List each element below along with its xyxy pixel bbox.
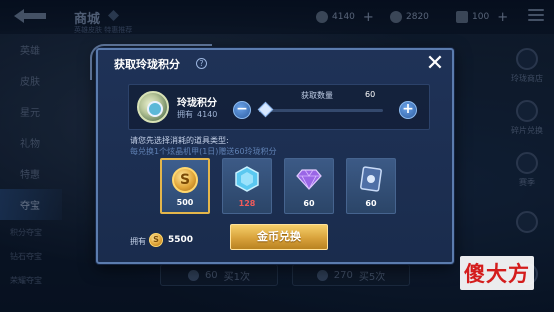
points-name: 玲珑积分	[177, 98, 217, 109]
points-panel: 玲珑积分 拥有 4140 获取数量 60 − +	[128, 84, 430, 130]
item-option-card[interactable]: 60	[346, 158, 396, 214]
card-icon	[360, 166, 382, 192]
dialog-title: 获取玲珑积分	[114, 58, 180, 71]
points-owned-value: 4140	[197, 110, 218, 119]
points-owned: 拥有 4140	[177, 109, 217, 120]
quantity-value: 60	[365, 90, 376, 99]
watermark-logo: 傻大方	[460, 256, 534, 290]
item-cost: 60	[303, 199, 315, 208]
crystal-icon	[235, 166, 259, 192]
gold-coin-icon: S	[149, 233, 163, 247]
item-cost: 128	[238, 199, 256, 208]
own-gold-value: 5500	[168, 235, 194, 245]
own-label: 拥有	[130, 237, 146, 246]
get-points-dialog: 获取玲珑积分 ? ✕ 玲珑积分 拥有 4140 获取数量 60 − + 请您先选择…	[90, 44, 454, 264]
gold-coin-icon: S	[172, 167, 198, 193]
gem-icon	[296, 169, 322, 190]
hint-text: 每兑换1个炫晶机甲(1日)赠送60玲珑积分	[130, 147, 277, 156]
help-icon[interactable]: ?	[196, 58, 207, 69]
item-option-gold[interactable]: S 500	[160, 158, 210, 214]
decrease-button[interactable]: −	[233, 101, 251, 119]
item-cost: 500	[176, 198, 194, 207]
linglong-points-icon	[137, 91, 169, 123]
gold-exchange-button[interactable]: 金币兑换	[230, 224, 328, 250]
slider-handle[interactable]	[257, 101, 274, 118]
instruction-text: 请您先选择消耗的道具类型:	[130, 136, 229, 145]
close-button[interactable]: ✕	[425, 53, 445, 75]
points-owned-label: 拥有	[177, 110, 193, 119]
quantity-label: 获取数量	[301, 91, 333, 100]
item-option-gem[interactable]: 60	[284, 158, 334, 214]
item-option-crystal[interactable]: 128	[222, 158, 272, 214]
increase-button[interactable]: +	[399, 101, 417, 119]
item-cost: 60	[365, 199, 377, 208]
quantity-slider[interactable]	[259, 109, 383, 112]
